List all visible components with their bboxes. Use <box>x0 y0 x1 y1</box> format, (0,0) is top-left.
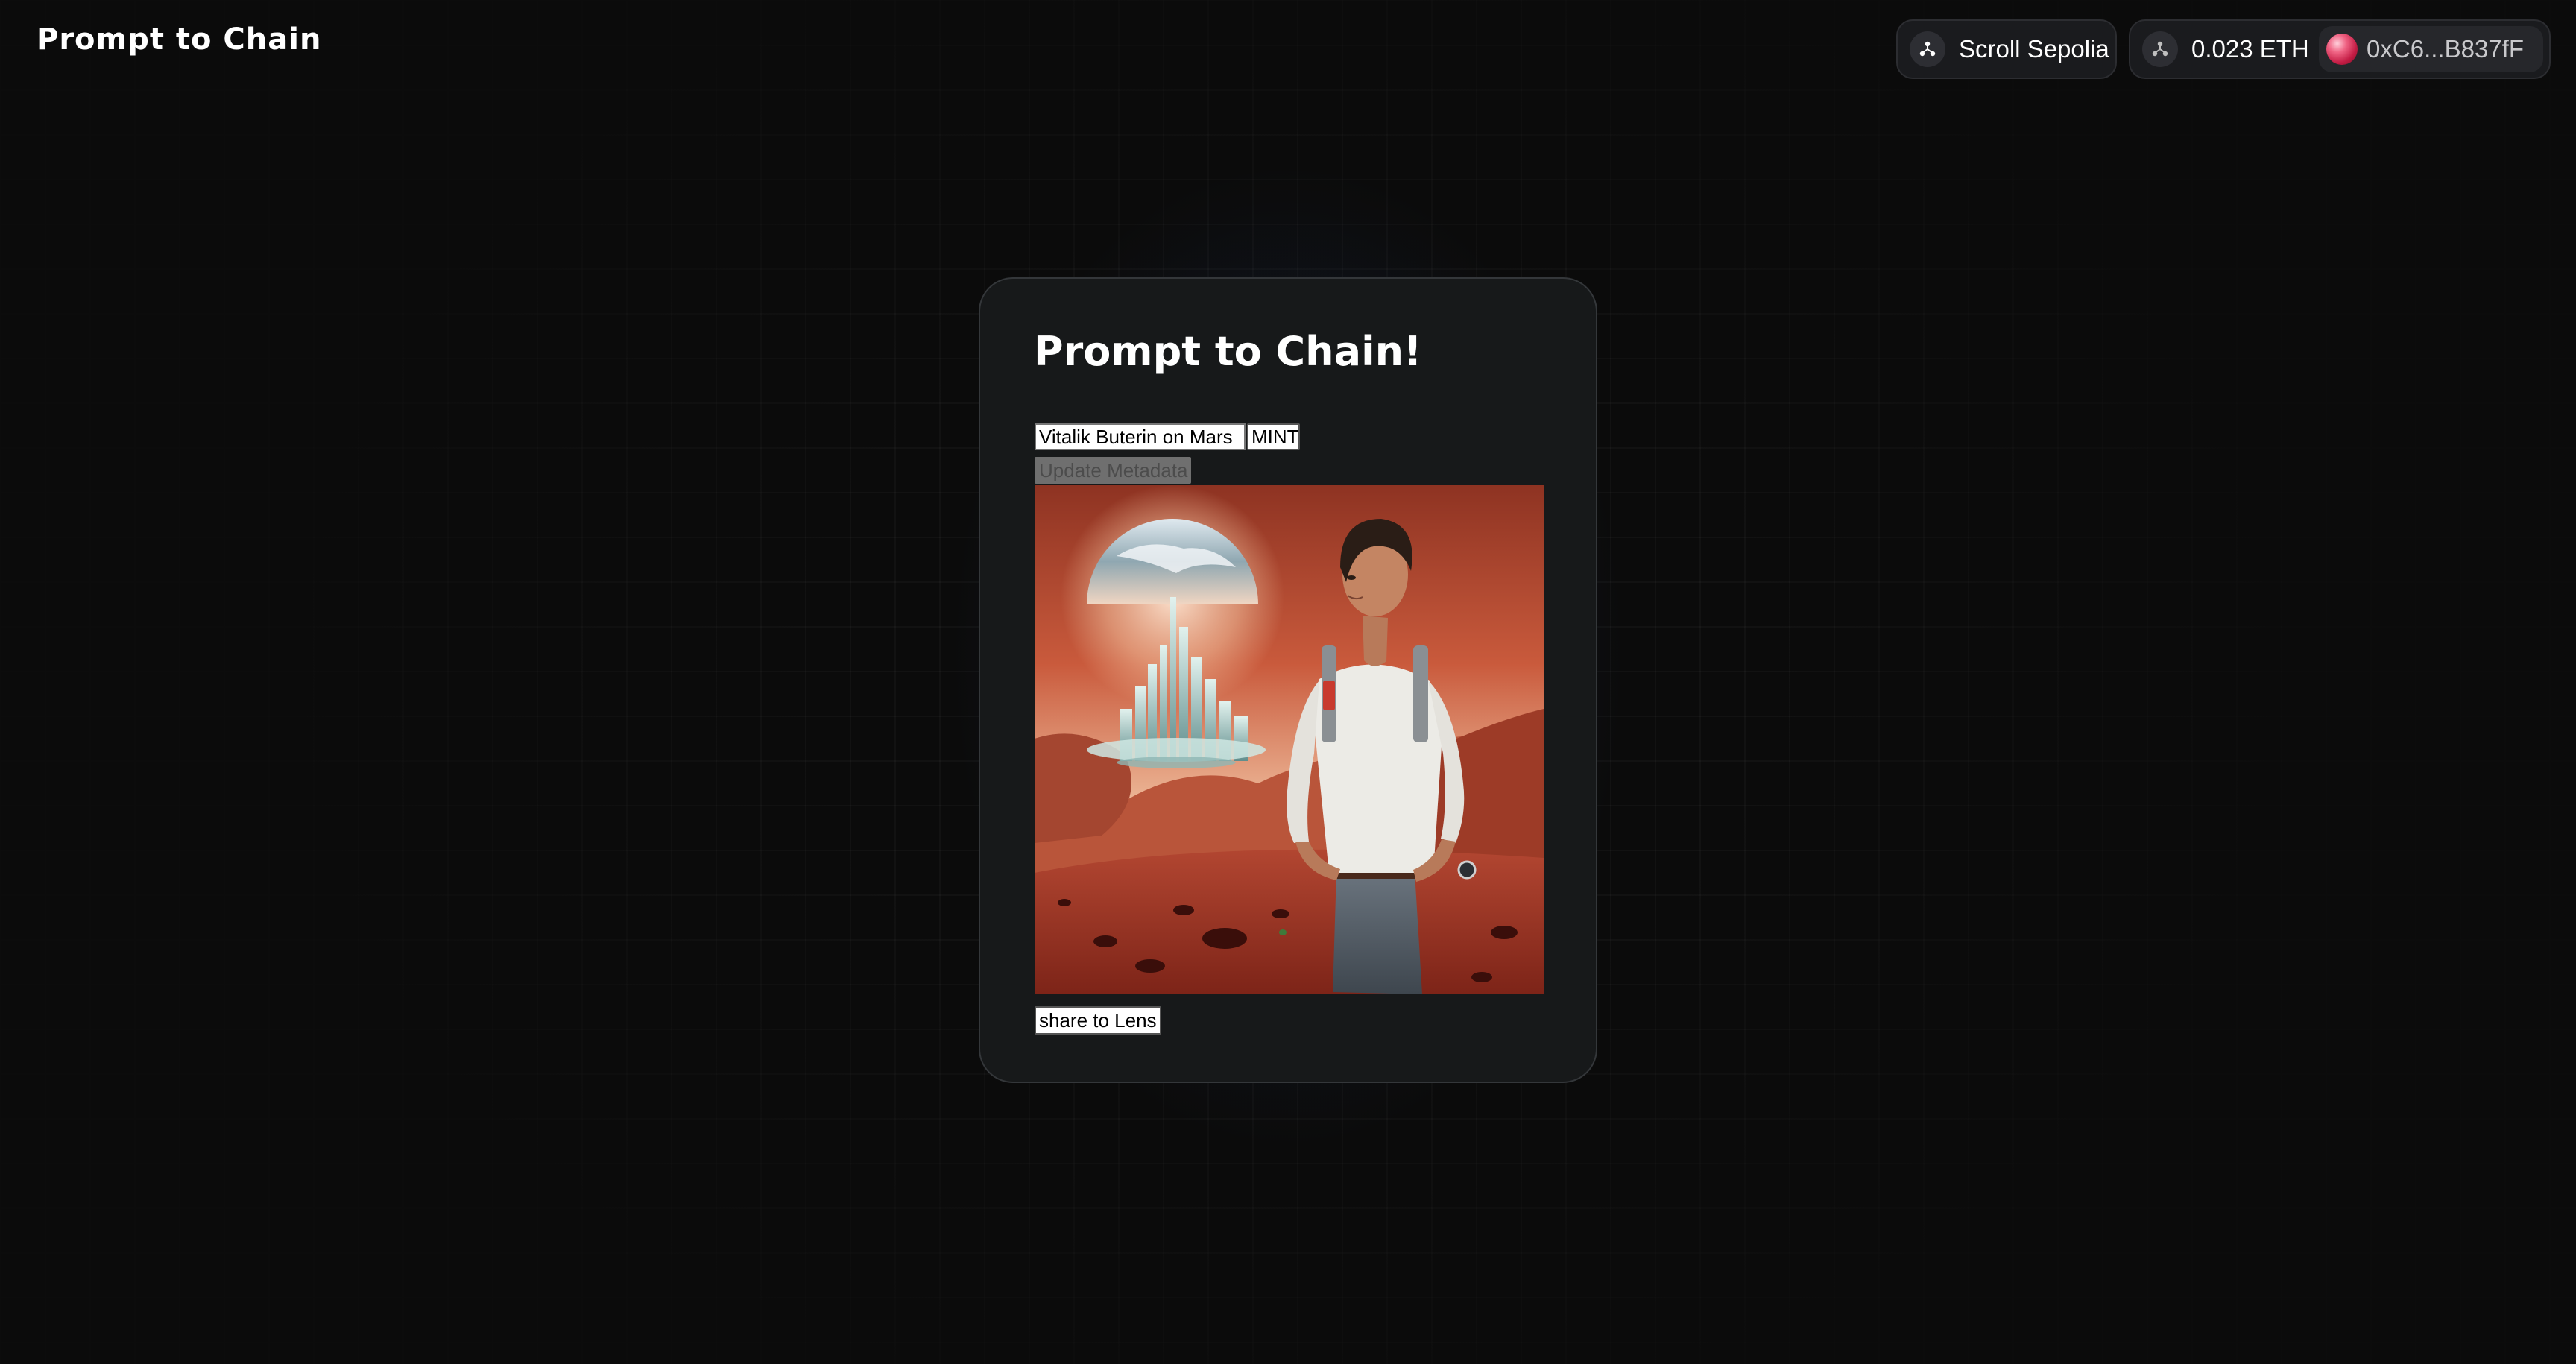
mint-button[interactable]: MINT <box>1247 423 1300 450</box>
network-name: Scroll Sepolia <box>1959 35 2109 63</box>
prompt-input[interactable] <box>1035 423 1246 450</box>
wallet-address: 0xC6...B837fF <box>2367 35 2524 63</box>
scroll-chain-icon <box>2142 31 2178 67</box>
wallet-balance: 0.023 ETH <box>2191 35 2309 63</box>
wallet-account-button[interactable]: 0.023 ETH 0xC6...B837fF <box>2129 19 2551 79</box>
app-title: Prompt to Chain <box>37 22 322 57</box>
card-title: Prompt to Chain! <box>1034 328 1422 375</box>
scroll-chain-icon <box>1910 31 1945 67</box>
wallet-avatar <box>2326 34 2358 65</box>
network-switcher[interactable]: Scroll Sepolia <box>1896 19 2117 79</box>
share-to-lens-button[interactable]: share to Lens <box>1035 1006 1161 1035</box>
wallet-address-chip[interactable]: 0xC6...B837fF <box>2319 26 2543 72</box>
generated-nft-image <box>1035 485 1544 994</box>
update-metadata-button[interactable]: Update Metadata <box>1035 457 1191 484</box>
mint-card: Prompt to Chain! MINT Update Metadata <box>979 277 1597 1083</box>
